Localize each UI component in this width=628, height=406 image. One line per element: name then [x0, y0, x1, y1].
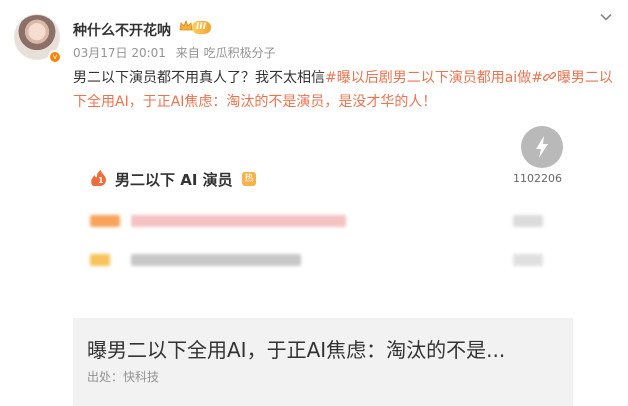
blurred-list-item[interactable] [131, 254, 301, 266]
video-play-button[interactable] [521, 126, 563, 168]
author-name[interactable]: 种什么不开花呐 [73, 20, 171, 40]
post-source: 来自 吃瓜积极分子 [175, 46, 276, 60]
play-count: 1102206 [513, 172, 562, 185]
link-icon [542, 72, 556, 81]
vip-badge[interactable]: III [192, 21, 212, 34]
hotlist-card[interactable]: 1 男二以下 AI 演员 热 [73, 122, 573, 292]
article-source: 出处：快科技 [87, 370, 160, 384]
article-title[interactable]: 曝男二以下全用AI，于正AI焦虑：淘汰的不是... [87, 334, 565, 363]
blurred-rank-icon [90, 254, 110, 266]
article-card[interactable]: 曝男二以下全用AI，于正AI焦虑：淘汰的不是... 出处：快科技 [73, 318, 573, 406]
post-date[interactable]: 03月17日 20:01 [73, 46, 166, 60]
post-text: 男二以下演员都不用真人了？我不太相信#曝以后剧男二以下演员都用ai做# 曝男二以下… [73, 66, 613, 114]
fire-icon: 1 [91, 170, 106, 186]
hot-badge: 热 [242, 172, 256, 186]
lightning-icon [536, 136, 548, 158]
hotlist-title[interactable]: 男二以下 AI 演员 [115, 169, 233, 190]
blurred-list-item[interactable] [131, 215, 346, 227]
chevron-down-icon[interactable] [599, 10, 613, 24]
blurred-list-item-extra [513, 254, 543, 266]
hotlist-rank: 1 [98, 176, 104, 185]
hashtag-link[interactable]: #曝以后剧男二以下演员都用ai做# [325, 70, 543, 86]
blurred-list-item-extra [513, 215, 543, 227]
blurred-rank-icon [90, 215, 120, 227]
post-body: 男二以下演员都不用真人了？我不太相信 [73, 70, 325, 86]
post-meta: 03月17日 20:01 来自 吃瓜积极分子 [73, 44, 282, 61]
verified-icon: v [48, 50, 62, 64]
